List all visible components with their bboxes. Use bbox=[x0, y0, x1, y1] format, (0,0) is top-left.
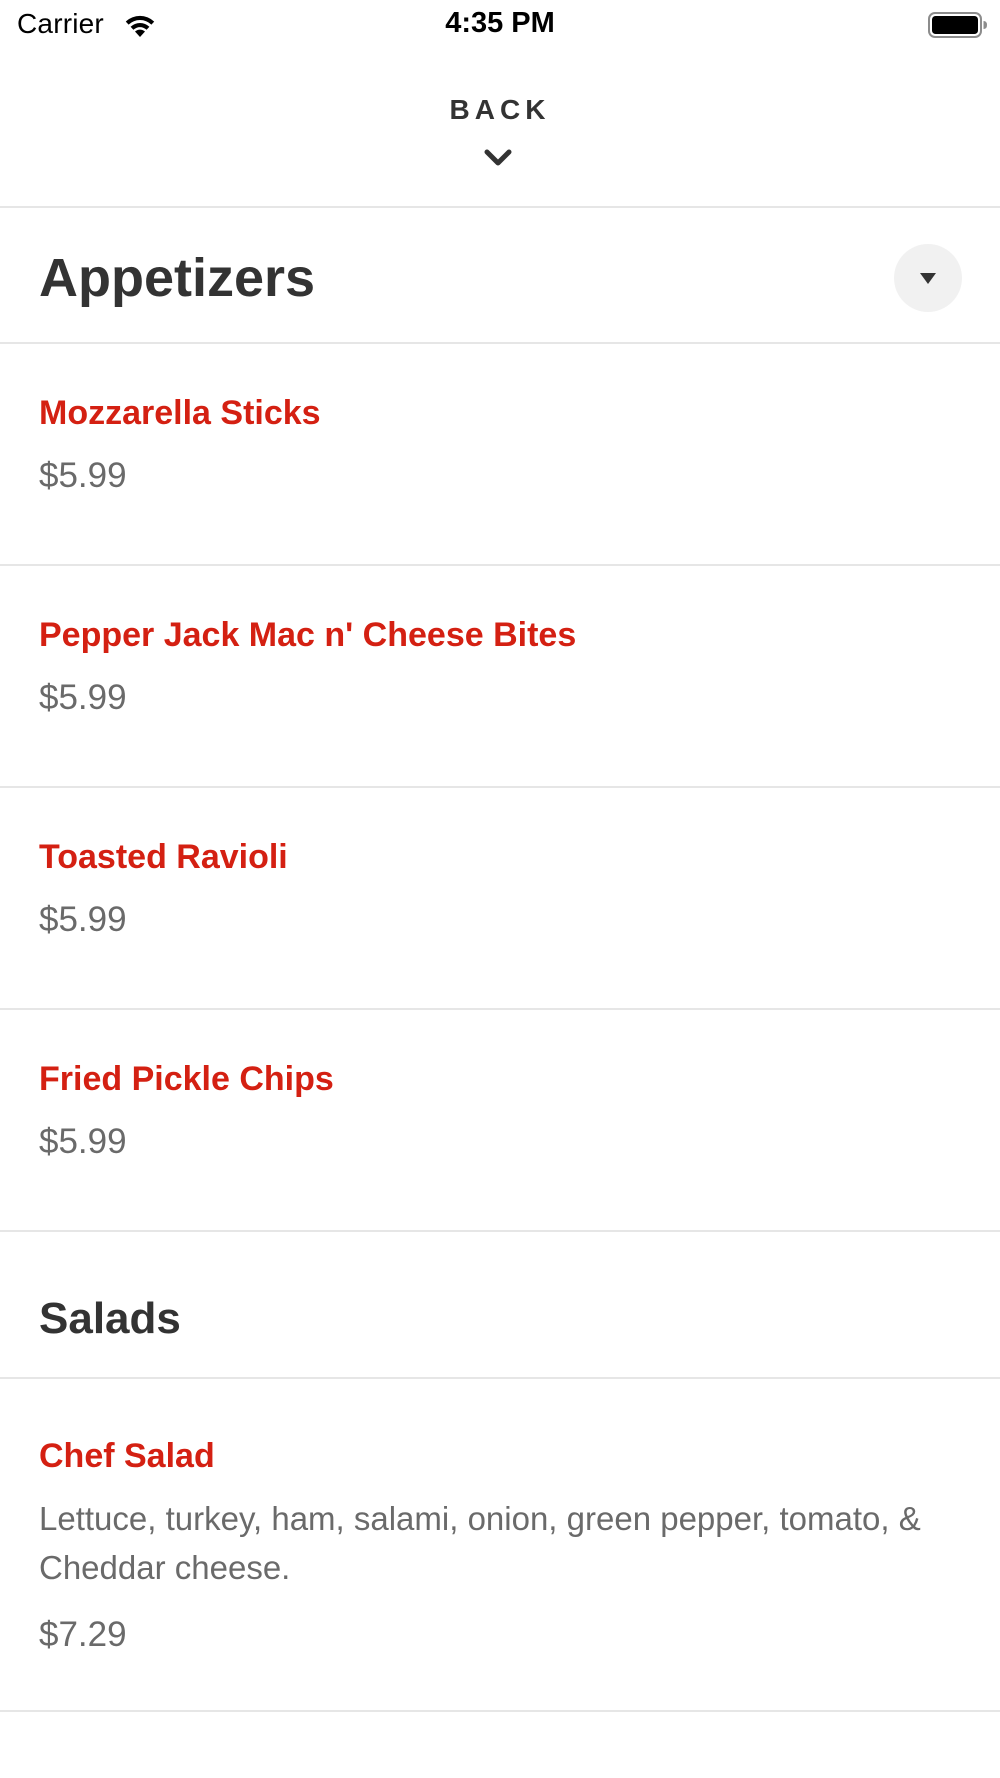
item-name: Chef Salad bbox=[39, 1437, 215, 1475]
item-description: Lettuce, turkey, ham, salami, onion, gre… bbox=[39, 1500, 921, 1586]
menu-item[interactable]: Toasted Ravioli $5.99 bbox=[0, 788, 1000, 1010]
item-name: Toasted Ravioli bbox=[39, 838, 288, 876]
category-title: Salads bbox=[39, 1294, 181, 1343]
triangle-down-icon bbox=[920, 273, 936, 284]
status-time: 4:35 PM bbox=[445, 7, 555, 39]
back-label: BACK bbox=[449, 94, 551, 125]
status-bar: Carrier 4:35 PM bbox=[0, 0, 1000, 50]
chevron-down-icon bbox=[484, 149, 512, 166]
category-title: Appetizers bbox=[39, 248, 316, 308]
back-button[interactable]: BACK bbox=[0, 50, 1000, 208]
item-name: Mozzarella Sticks bbox=[39, 394, 321, 432]
menu-item[interactable]: Chef Salad Lettuce, turkey, ham, salami,… bbox=[0, 1379, 1000, 1712]
menu-item[interactable]: Pepper Jack Mac n' Cheese Bites $5.99 bbox=[0, 566, 1000, 788]
category-dropdown-button[interactable] bbox=[894, 244, 962, 312]
battery-icon bbox=[928, 12, 987, 38]
category-header-appetizers: Appetizers bbox=[0, 210, 1000, 344]
menu-item[interactable]: Mozzarella Sticks $5.99 bbox=[0, 344, 1000, 566]
item-price: $5.99 bbox=[39, 456, 127, 495]
category-header-salads: Salads bbox=[0, 1224, 1000, 1379]
item-price: $5.99 bbox=[39, 678, 127, 717]
menu-item[interactable]: Fried Pickle Chips $5.99 bbox=[0, 1010, 1000, 1232]
item-name: Fried Pickle Chips bbox=[39, 1060, 334, 1098]
menu-screen: Carrier 4:35 PM BACK Appetizers Mozzarel… bbox=[0, 0, 1000, 1778]
item-price: $7.29 bbox=[39, 1615, 127, 1654]
item-price: $5.99 bbox=[39, 900, 127, 939]
item-name: Pepper Jack Mac n' Cheese Bites bbox=[39, 616, 577, 654]
item-price: $5.99 bbox=[39, 1122, 127, 1161]
